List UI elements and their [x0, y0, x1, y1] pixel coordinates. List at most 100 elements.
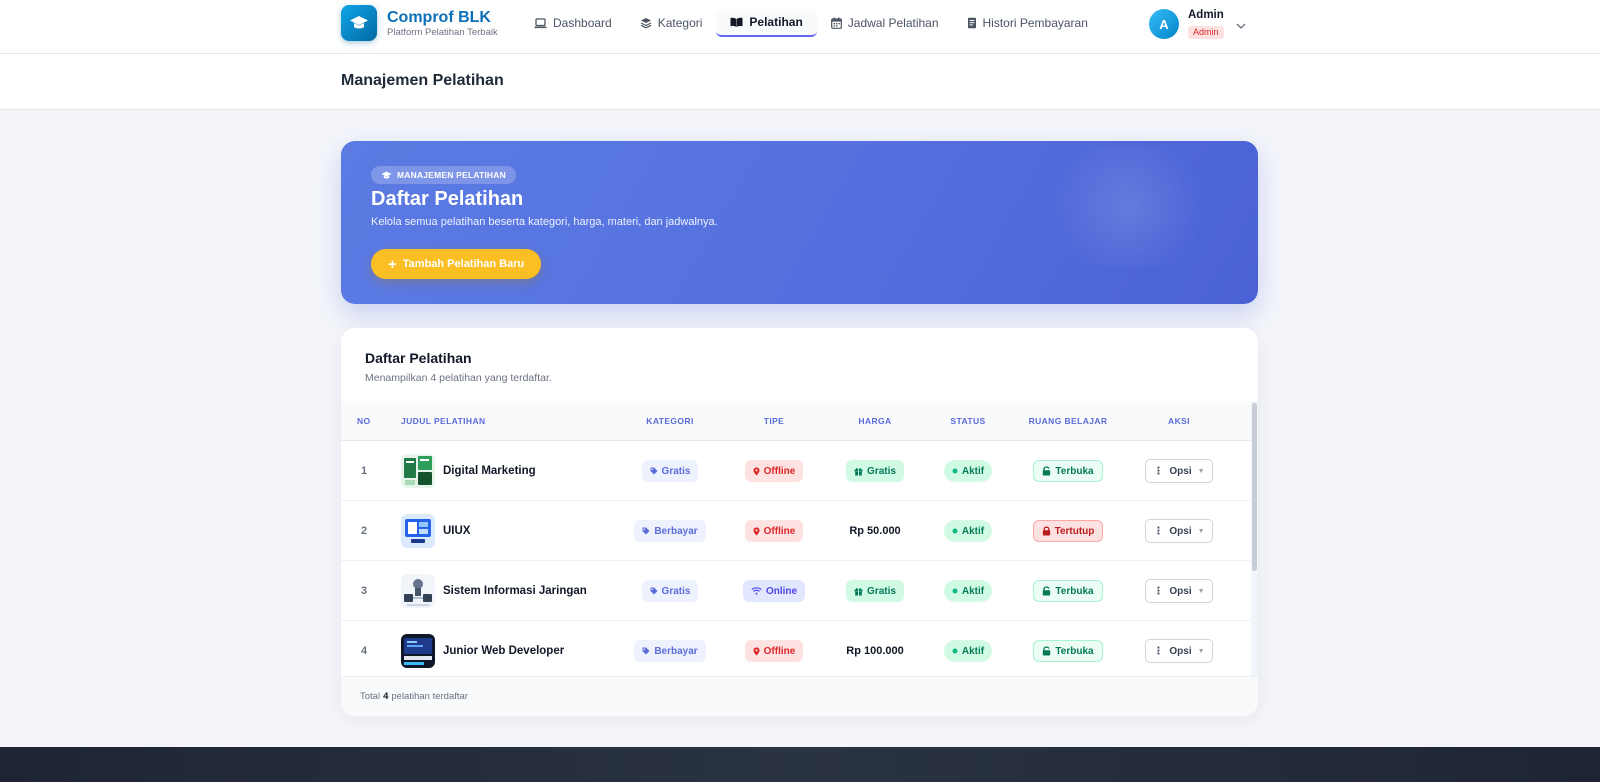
options-label: Opsi	[1169, 585, 1192, 597]
options-dropdown-button[interactable]: ⋮ Opsi ▼	[1145, 579, 1213, 603]
status-badge: Aktif	[943, 580, 993, 602]
training-title[interactable]: Sistem Informasi Jaringan	[443, 585, 587, 597]
lock-icon	[1042, 526, 1051, 536]
room-label: Tertutup	[1054, 525, 1095, 537]
training-title[interactable]: Digital Marketing	[443, 465, 536, 477]
scrollbar-thumb[interactable]	[1252, 403, 1257, 571]
column-header-judul: JUDUL PELATIHAN	[401, 416, 486, 426]
type-label: Offline	[763, 465, 796, 477]
room-badge: Terbuka	[1033, 460, 1103, 482]
options-dropdown-button[interactable]: ⋮ Opsi ▼	[1145, 639, 1213, 663]
options-label: Opsi	[1169, 465, 1192, 477]
table-row: 1 Digital Marketing Gratis Offline Grati…	[341, 441, 1252, 501]
category-label: Berbayar	[654, 645, 698, 657]
table-row: 3 Sistem Informasi Jaringan Gratis Onlin…	[341, 561, 1252, 621]
unlock-icon	[1042, 466, 1051, 476]
price-badge: Gratis	[846, 580, 904, 602]
type-badge: Offline	[744, 640, 804, 662]
add-training-button[interactable]: + Tambah Pelatihan Baru	[371, 249, 542, 279]
more-vertical-icon: ⋮	[1153, 645, 1164, 657]
training-title[interactable]: Junior Web Developer	[443, 645, 564, 657]
add-training-label: Tambah Pelatihan Baru	[402, 258, 525, 270]
training-thumbnail	[401, 634, 435, 668]
status-badge: Aktif	[943, 460, 993, 482]
type-label: Offline	[763, 645, 796, 657]
hero-badge: MANAJEMEN PELATIHAN	[371, 166, 516, 184]
more-vertical-icon: ⋮	[1153, 585, 1164, 597]
nav-item-pelatihan[interactable]: Pelatihan	[716, 9, 817, 37]
status-dot-icon	[952, 648, 958, 654]
price-text: Rp 100.000	[846, 645, 904, 657]
tag-icon	[650, 587, 658, 595]
column-header-status: STATUS	[950, 416, 986, 426]
nav-item-kategori[interactable]: Kategori	[626, 9, 717, 37]
table-footer: Total 4 pelatihan terdaftar	[341, 676, 1258, 716]
category-badge: Gratis	[641, 580, 699, 602]
hero-title: Daftar Pelatihan	[371, 188, 524, 210]
card-subtitle: Menampilkan 4 pelatihan yang terdaftar.	[365, 372, 552, 384]
column-header-harga: HARGA	[858, 416, 892, 426]
status-dot-icon	[952, 588, 958, 594]
category-badge: Berbayar	[634, 640, 706, 662]
room-label: Terbuka	[1055, 465, 1094, 477]
price-label: Gratis	[867, 465, 896, 477]
user-menu[interactable]: A Admin Admin	[1149, 8, 1246, 40]
tag-icon	[642, 527, 650, 535]
row-number: 3	[361, 585, 368, 597]
brand-link[interactable]: Comprof BLK Platform Pelatihan Terbaik	[341, 5, 498, 41]
avatar: A	[1149, 9, 1179, 39]
book-open-icon	[730, 17, 743, 28]
nav-label: Histori Pembayaran	[982, 16, 1088, 30]
plus-icon: +	[388, 255, 397, 273]
room-badge: Tertutup	[1032, 520, 1104, 542]
status-label: Aktif	[961, 525, 985, 537]
type-badge: Online	[742, 580, 806, 602]
gift-icon	[854, 467, 863, 476]
more-vertical-icon: ⋮	[1153, 525, 1164, 537]
table-row: 4 Junior Web Developer Berbayar Offline …	[341, 621, 1252, 681]
training-title[interactable]: UIUX	[443, 525, 470, 537]
hero-banner: MANAJEMEN PELATIHAN Daftar Pelatihan Kel…	[341, 141, 1258, 304]
status-badge: Aktif	[943, 520, 993, 542]
category-label: Gratis	[661, 585, 691, 597]
card-title: Daftar Pelatihan	[365, 350, 472, 366]
receipt-icon	[967, 17, 977, 29]
status-label: Aktif	[961, 645, 985, 657]
hero-description: Kelola semua pelatihan beserta kategori,…	[371, 216, 718, 228]
nav-item-jadwal-pelatihan[interactable]: Jadwal Pelatihan	[817, 9, 953, 37]
map-pin-icon	[753, 527, 760, 536]
category-badge: Berbayar	[634, 520, 706, 542]
table-row: 2 UIUX Berbayar Offline Rp 50.000 Aktif …	[341, 501, 1252, 561]
chevron-down-icon[interactable]	[1236, 16, 1246, 34]
row-number: 2	[361, 525, 368, 537]
room-label: Terbuka	[1055, 585, 1094, 597]
hero-decoration	[1038, 146, 1218, 266]
hero-badge-label: MANAJEMEN PELATIHAN	[397, 170, 506, 180]
nav-item-histori-pembayaran[interactable]: Histori Pembayaran	[953, 9, 1102, 37]
column-header-tipe: TIPE	[763, 416, 785, 426]
table-scrollbar[interactable]	[1251, 401, 1258, 676]
type-label: Offline	[763, 525, 796, 537]
unlock-icon	[1042, 646, 1051, 656]
gift-icon	[854, 587, 863, 596]
row-number: 1	[361, 465, 368, 477]
options-label: Opsi	[1169, 645, 1192, 657]
layers-icon	[640, 17, 652, 29]
column-header-no: NO	[357, 416, 371, 426]
options-dropdown-button[interactable]: ⋮ Opsi ▼	[1145, 459, 1213, 483]
page-header: Manajemen Pelatihan	[0, 54, 1600, 110]
nav-item-dashboard[interactable]: Dashboard	[520, 9, 626, 37]
graduation-cap-icon	[381, 171, 392, 180]
options-dropdown-button[interactable]: ⋮ Opsi ▼	[1145, 519, 1213, 543]
room-badge: Terbuka	[1033, 580, 1103, 602]
training-thumbnail	[401, 454, 435, 488]
brand-tagline: Platform Pelatihan Terbaik	[387, 26, 498, 38]
column-header-kategori: KATEGORI	[646, 416, 694, 426]
status-label: Aktif	[961, 465, 985, 477]
category-label: Gratis	[661, 465, 691, 477]
status-dot-icon	[952, 468, 958, 474]
type-badge: Offline	[744, 460, 804, 482]
status-badge: Aktif	[943, 640, 993, 662]
row-number: 4	[361, 645, 368, 657]
page-title: Manajemen Pelatihan	[341, 72, 504, 89]
